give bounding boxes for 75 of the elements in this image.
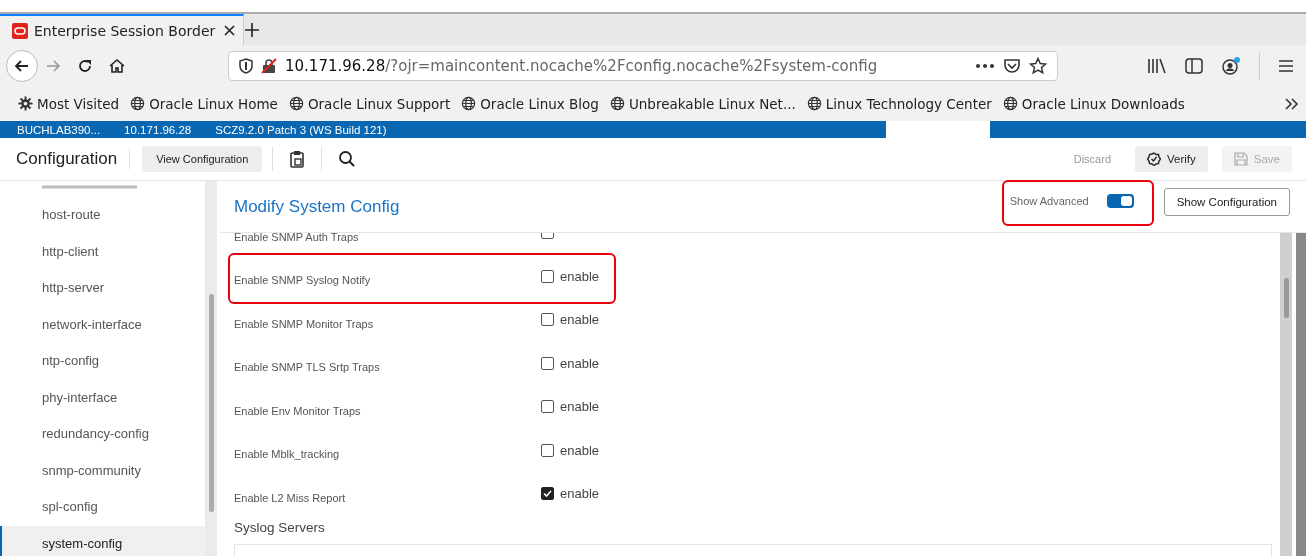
verify-button[interactable]: Verify <box>1135 146 1208 172</box>
ip-address-label: 10.171.96.28 <box>124 123 192 138</box>
clipboard-icon <box>289 150 306 168</box>
checkbox[interactable] <box>541 356 554 370</box>
section-heading: Syslog Servers <box>233 518 326 537</box>
sidebar-icon[interactable] <box>1185 57 1203 74</box>
globe-icon <box>806 96 822 111</box>
checkbox-label[interactable]: enable <box>560 486 600 502</box>
checkbox[interactable] <box>541 269 554 283</box>
checkbox-label[interactable]: enable <box>560 312 600 328</box>
bookmark-link[interactable]: Unbreakable Linux Net... <box>609 95 796 112</box>
field-label: Enable Mblk_tracking <box>233 447 341 461</box>
field-label: Enable L2 Miss Report <box>233 490 347 504</box>
sidebar-item[interactable]: network-interface <box>0 306 205 343</box>
globe-icon <box>461 96 477 111</box>
globe-icon <box>288 96 304 111</box>
bookmark-link[interactable]: Oracle Linux Support <box>288 95 451 112</box>
bookmark-link[interactable]: Linux Technology Center <box>806 95 992 112</box>
show-configuration-button[interactable]: Show Configuration <box>1163 187 1290 216</box>
sidebar-item[interactable]: http-server <box>0 270 205 307</box>
globe-icon <box>609 96 625 111</box>
search-icon <box>338 150 357 168</box>
bookmark-link[interactable]: Most Visited <box>18 95 120 112</box>
shield-icon <box>239 57 253 74</box>
show-advanced-label: Show Advanced <box>1009 194 1089 207</box>
sidebar-item[interactable]: host-route <box>0 197 205 234</box>
hostname-label: BUCHLAB390... <box>17 123 101 138</box>
checkbox[interactable] <box>541 443 554 457</box>
checkbox-label[interactable]: enable <box>560 442 600 458</box>
bookmark-link[interactable]: Oracle Linux Blog <box>461 95 599 112</box>
checkbox[interactable] <box>541 400 554 414</box>
insecure-lock-icon <box>261 57 277 74</box>
sidebar-item[interactable]: ntp-config <box>0 343 205 380</box>
sidebar-item[interactable]: redundancy-config <box>0 416 205 453</box>
address-bar[interactable]: 10.171.96.28/?ojr=maincontent.nocache%2Fconfig.nocache%2Fsystem-config <box>228 50 1058 81</box>
menu-icon[interactable] <box>1278 58 1294 73</box>
version-label: SCZ9.2.0 Patch 3 (WS Build 121) <box>215 123 387 138</box>
field-label: Enable Env Monitor Traps <box>233 403 362 417</box>
checkbox[interactable] <box>541 313 554 327</box>
close-icon[interactable] <box>224 25 235 36</box>
chevron-icon[interactable] <box>1284 96 1300 111</box>
checkbox-label[interactable]: enable <box>560 399 600 415</box>
account-icon[interactable] <box>1221 56 1241 75</box>
field-label: Enable SNMP TLS Srtp Traps <box>233 360 381 374</box>
view-configuration-button[interactable]: View Configuration <box>142 146 263 172</box>
home-button[interactable] <box>108 56 126 75</box>
panel-title: Modify System Config <box>234 196 400 217</box>
badge-check-icon <box>1147 152 1161 166</box>
oracle-logo-icon <box>12 22 28 39</box>
pocket-icon[interactable] <box>1003 57 1021 74</box>
back-button[interactable] <box>6 49 38 82</box>
star-icon[interactable] <box>1029 56 1047 75</box>
bookmark-link[interactable]: Oracle Linux Home <box>130 95 278 112</box>
settings-icon <box>18 96 33 111</box>
checkbox-label[interactable]: enable <box>560 268 600 284</box>
checkbox[interactable] <box>541 487 554 501</box>
page-title: Configuration <box>16 149 131 169</box>
field-label: Enable SNMP Syslog Notify <box>233 273 372 287</box>
more-icon[interactable] <box>975 62 995 69</box>
globe-icon <box>1002 96 1018 111</box>
globe-icon <box>130 96 146 111</box>
library-icon[interactable] <box>1147 57 1167 74</box>
sidebar-item[interactable]: phy-interface <box>0 379 205 416</box>
toggle-switch[interactable] <box>1106 193 1134 208</box>
home-icon <box>108 56 126 75</box>
field-label: Enable SNMP Monitor Traps <box>233 316 375 330</box>
browser-tab[interactable]: Enterprise Session Border <box>0 14 244 45</box>
sidebar-item[interactable]: spl-config <box>0 489 205 526</box>
plus-icon <box>244 21 260 38</box>
bookmark-link[interactable]: Oracle Linux Downloads <box>1002 95 1185 112</box>
sidebar-item[interactable]: http-client <box>0 233 205 270</box>
sidebar-item[interactable]: snmp-community <box>0 452 205 489</box>
sidebar-item[interactable]: system-config <box>0 525 205 556</box>
field-label: Enable SNMP Auth Traps <box>233 233 360 243</box>
checkbox-label[interactable]: enable <box>560 355 600 371</box>
